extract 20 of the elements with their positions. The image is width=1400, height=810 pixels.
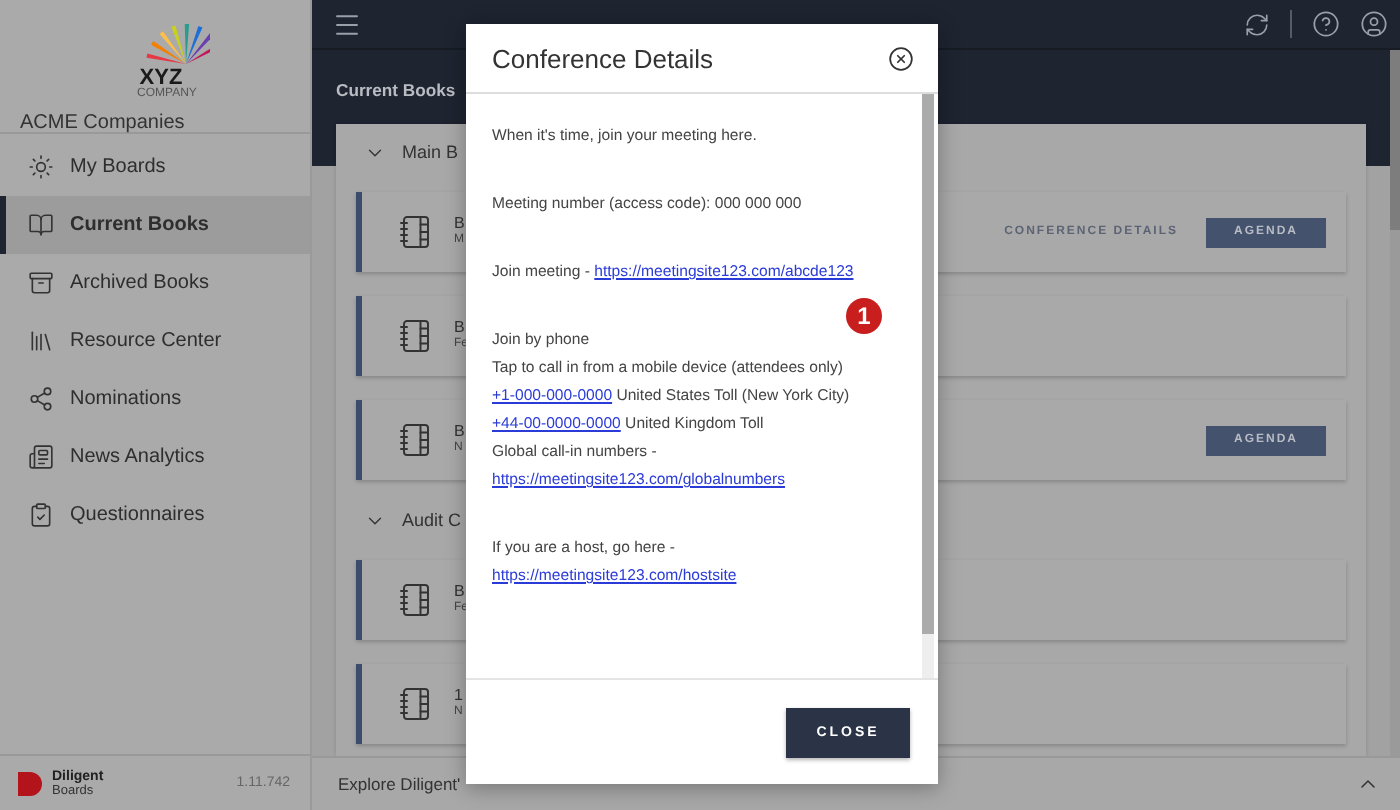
organization-name: ACME Companies bbox=[20, 112, 185, 134]
section-title: Main B bbox=[402, 142, 459, 162]
book-title: B bbox=[454, 318, 467, 336]
book-title: B bbox=[454, 214, 465, 232]
page-title: Current Books bbox=[336, 78, 456, 104]
book-title: B bbox=[454, 422, 465, 440]
nav-label: Nominations bbox=[70, 388, 182, 410]
book-title: 1 bbox=[454, 686, 463, 704]
dialog-title: Conference Details bbox=[492, 43, 714, 73]
nav-label: Resource Center bbox=[70, 330, 222, 352]
nav-label: News Analytics bbox=[70, 446, 205, 468]
callout-badge: 1 bbox=[846, 298, 882, 334]
nav-label: Current Books bbox=[70, 214, 209, 236]
section-title: Audit C bbox=[402, 510, 462, 530]
nav-label: Questionnaires bbox=[70, 504, 205, 526]
book-title: B bbox=[454, 582, 467, 600]
footer-text: Explore Diligent' bbox=[338, 774, 461, 794]
logo-text: XYZ bbox=[139, 68, 183, 88]
nav-label: Archived Books bbox=[70, 272, 209, 294]
nav-label: My Boards bbox=[70, 156, 166, 178]
